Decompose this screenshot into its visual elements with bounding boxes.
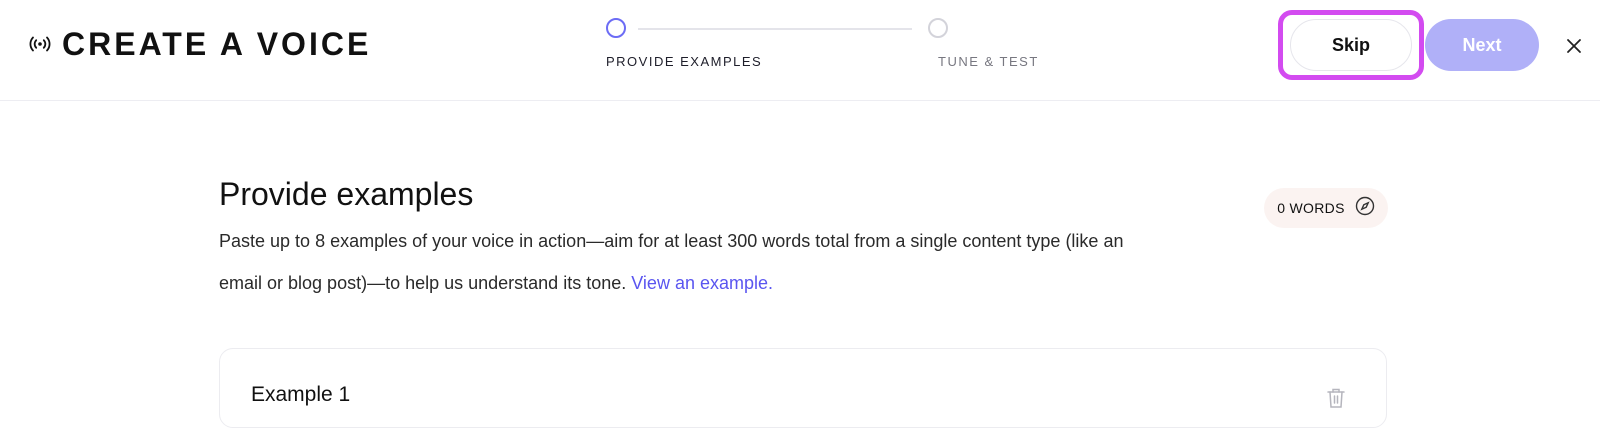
word-count-badge: 0 WORDS <box>1264 188 1388 228</box>
trash-icon[interactable] <box>1326 387 1346 409</box>
compass-icon <box>1355 196 1375 221</box>
view-example-link[interactable]: View an example. <box>631 273 773 293</box>
description: Paste up to 8 examples of your voice in … <box>219 220 1139 304</box>
page-heading: CREATE A VOICE <box>62 26 372 62</box>
next-button[interactable]: Next <box>1425 19 1539 71</box>
step-indicator-provide-examples <box>606 18 626 38</box>
example-card: Example 1 <box>219 348 1387 428</box>
step-label-tune-test: TUNE & TEST <box>938 54 1039 69</box>
skip-button-highlight: Skip <box>1278 10 1424 80</box>
step-indicator-tune-test <box>928 18 948 38</box>
header: CREATE A VOICE PROVIDE EXAMPLES TUNE & T… <box>0 0 1600 101</box>
stepper: PROVIDE EXAMPLES TUNE & TEST <box>596 18 1056 78</box>
word-count: 0 WORDS <box>1277 200 1345 216</box>
brand: CREATE A VOICE <box>28 26 371 62</box>
step-label-provide-examples: PROVIDE EXAMPLES <box>606 54 763 69</box>
skip-button[interactable]: Skip <box>1290 19 1412 71</box>
broadcast-icon <box>28 35 52 53</box>
section-title: Provide examples <box>219 176 474 212</box>
stepper-connector <box>638 28 912 30</box>
close-icon[interactable] <box>1562 34 1586 58</box>
example-title: Example 1 <box>251 383 351 406</box>
